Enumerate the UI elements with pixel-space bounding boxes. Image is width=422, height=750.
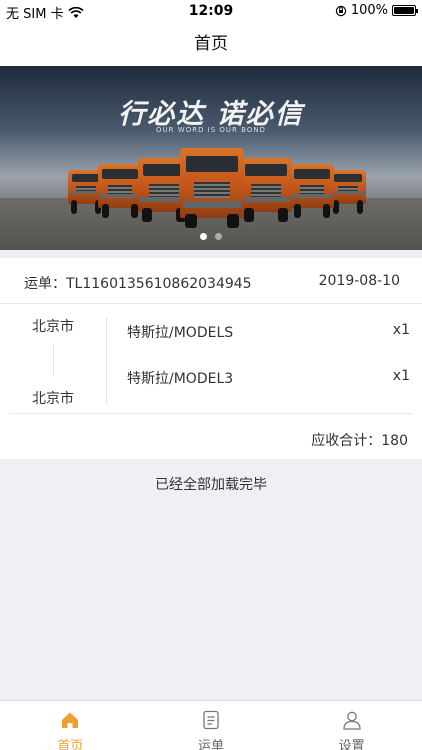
truck-image — [98, 164, 142, 218]
route-destination: 北京市 — [32, 391, 74, 407]
goods-qty: x1 — [392, 368, 410, 384]
divider — [10, 413, 412, 414]
truck-image — [330, 170, 366, 214]
carousel-dot[interactable] — [215, 233, 222, 240]
order-number: 运单：TL1160135610862034945 — [24, 276, 252, 292]
tab-settings[interactable]: 设置 — [281, 701, 422, 750]
list-end-message: 已经全部加载完毕 — [155, 477, 267, 493]
order-date: 2019-08-10 — [318, 273, 400, 289]
tab-waybill[interactable]: 运单 — [141, 701, 282, 750]
page-title: 首页 — [194, 34, 228, 54]
battery-icon — [392, 5, 418, 16]
goods-name: 特斯拉/MODELS — [127, 325, 234, 341]
route-origin: 北京市 — [32, 319, 74, 335]
truck-image-center — [180, 148, 244, 228]
status-right: 100% — [335, 3, 418, 18]
battery-percent: 100% — [350, 3, 388, 18]
tab-label: 运单 — [198, 739, 225, 750]
order-total: 应收合计：180 — [311, 433, 408, 449]
tab-home[interactable]: 首页 — [0, 701, 141, 750]
goods-qty: x1 — [392, 322, 410, 338]
tab-label: 设置 — [338, 739, 365, 750]
goods-item: 特斯拉/MODEL3 x1 — [127, 368, 410, 388]
status-bar: 无 SIM 卡 12:09 100% — [0, 0, 422, 22]
goods-list: 特斯拉/MODELS x1 特斯拉/MODEL3 x1 — [107, 304, 422, 412]
orientation-lock-icon — [335, 5, 347, 16]
banner-subtitle: OUR WORD IS OUR BOND — [156, 126, 266, 134]
order-card[interactable]: 运单：TL1160135610862034945 2019-08-10 北京市 … — [0, 258, 422, 459]
user-icon — [343, 711, 361, 730]
carousel-dot[interactable] — [200, 233, 207, 240]
document-icon — [203, 710, 219, 730]
home-icon — [62, 712, 79, 728]
tab-label: 首页 — [57, 739, 84, 750]
goods-name: 特斯拉/MODEL3 — [127, 371, 234, 387]
nav-bar: 首页 — [0, 22, 422, 66]
carousel-dots — [0, 233, 422, 240]
route-connector — [53, 344, 54, 376]
banner-carousel[interactable]: 行必达 诺必信 OUR WORD IS OUR BOND — [0, 66, 422, 250]
order-header: 运单：TL1160135610862034945 2019-08-10 — [0, 258, 422, 304]
route: 北京市 北京市 — [0, 304, 106, 412]
goods-item: 特斯拉/MODELS x1 — [127, 322, 410, 342]
truck-image — [290, 164, 334, 218]
truck-image — [240, 158, 292, 222]
tab-bar: 首页 运单 设置 — [0, 700, 422, 750]
